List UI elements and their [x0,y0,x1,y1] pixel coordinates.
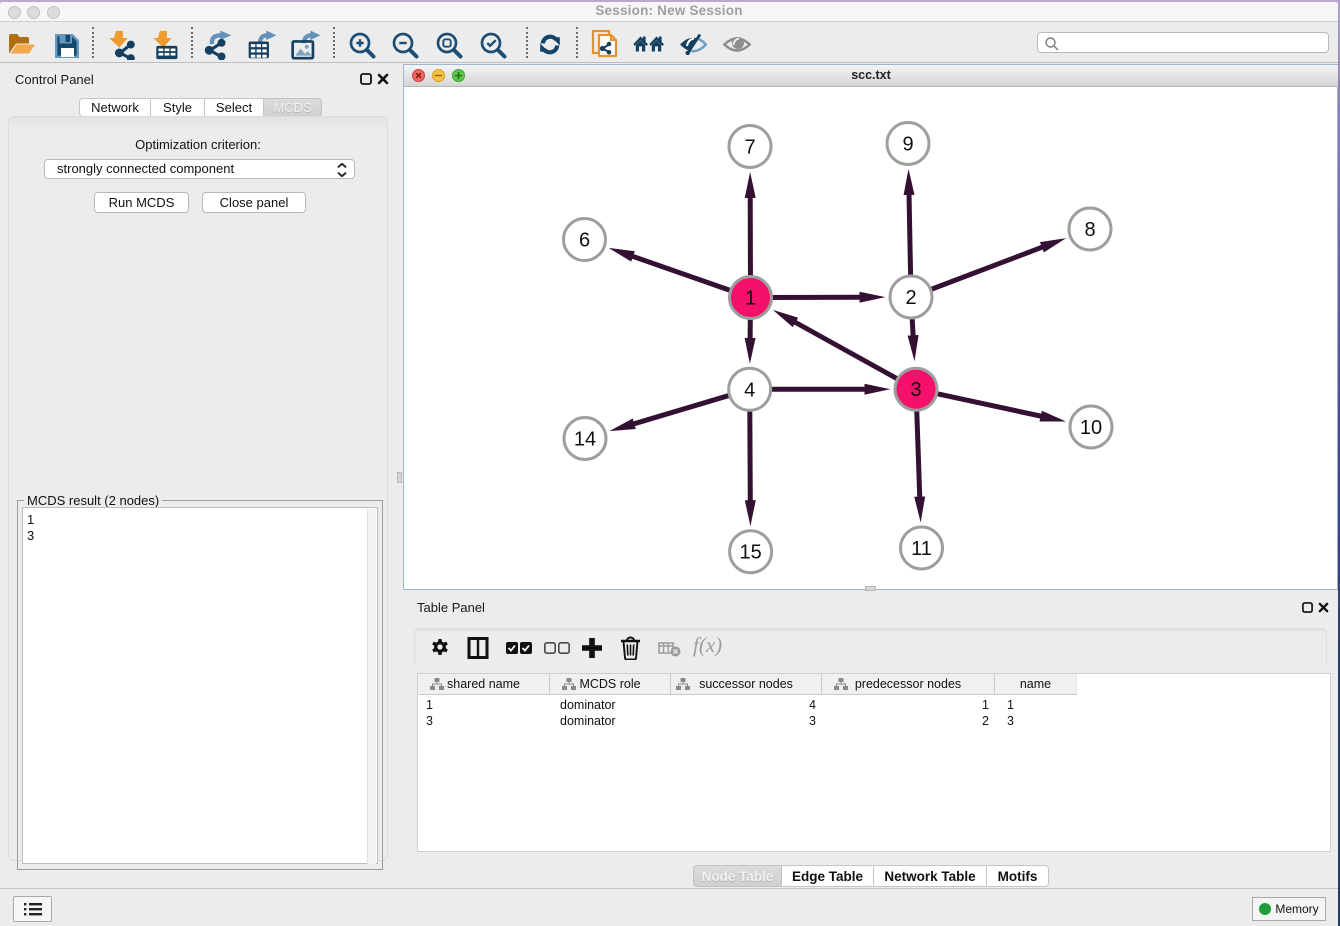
svg-text:4: 4 [744,379,755,401]
svg-text:14: 14 [574,429,596,451]
svg-text:2: 2 [905,287,916,309]
svg-text:15: 15 [739,542,761,564]
svg-text:9: 9 [902,134,913,156]
svg-text:11: 11 [911,538,932,560]
svg-text:3: 3 [910,379,921,401]
svg-text:8: 8 [1084,219,1095,241]
svg-text:1: 1 [745,288,756,310]
svg-text:10: 10 [1080,417,1102,439]
svg-text:6: 6 [579,230,590,252]
svg-text:7: 7 [744,137,755,159]
